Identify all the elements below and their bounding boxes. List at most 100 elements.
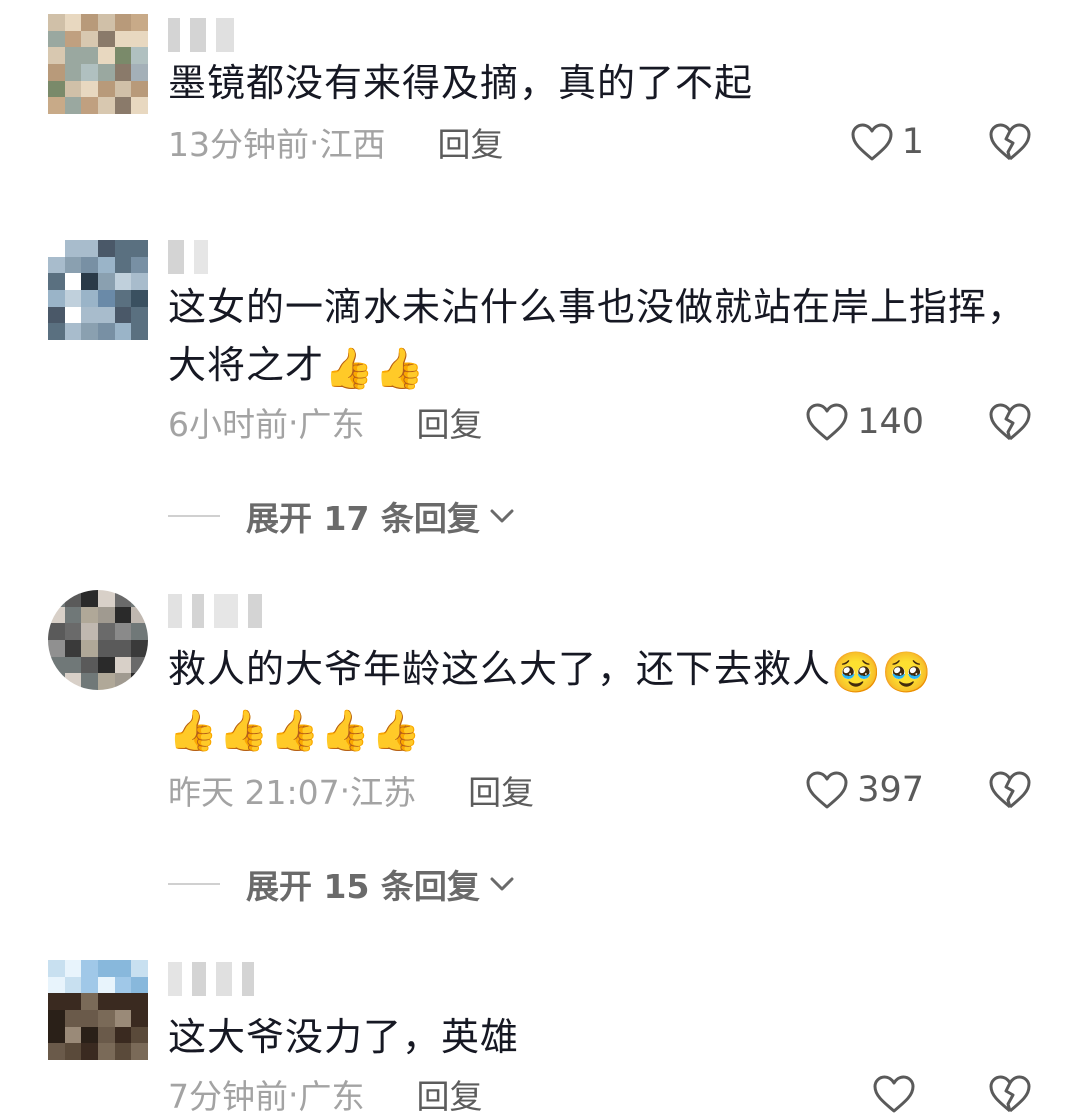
like-count: 140: [857, 402, 924, 442]
avatar-pixel: [48, 1043, 65, 1060]
avatar-pixel: [48, 960, 65, 977]
avatar-pixel: [97, 976, 115, 994]
avatar-pixel: [48, 14, 65, 31]
avatar[interactable]: [48, 960, 148, 1060]
dislike-button[interactable]: [988, 766, 1032, 814]
avatar-pixel: [64, 14, 82, 31]
avatar-pixel: [131, 80, 148, 98]
avatar-pixel: [131, 1009, 148, 1027]
avatar-pixel: [81, 47, 98, 64]
like-button[interactable]: 1: [850, 118, 924, 166]
reply-button[interactable]: 回复: [417, 398, 483, 446]
avatar-pixel: [48, 47, 65, 64]
avatar-pixel: [131, 306, 148, 324]
username-blurred[interactable]: [168, 18, 234, 52]
avatar-pixel: [114, 993, 132, 1010]
comment-region: 江西: [319, 125, 386, 164]
avatar-pixel: [64, 47, 82, 64]
avatar-pixel: [114, 639, 132, 657]
avatar-pixel: [97, 30, 115, 48]
avatar-pixel: [81, 656, 98, 674]
avatar-pixel: [81, 673, 98, 690]
avatar-pixel: [81, 1026, 98, 1044]
avatar-pixel: [48, 323, 65, 340]
like-count: 1: [901, 122, 924, 162]
avatar-pixel: [114, 30, 132, 48]
avatar[interactable]: [48, 14, 148, 114]
expand-divider: [168, 515, 220, 517]
avatar-pixel: [48, 30, 65, 48]
avatar-pixel: [131, 993, 148, 1010]
avatar-pixel: [114, 289, 132, 307]
expand-replies-button[interactable]: 展开 17 条回复: [168, 492, 516, 540]
avatar-pixel: [64, 273, 82, 290]
dislike-button[interactable]: [988, 1070, 1032, 1118]
avatar-pixel: [97, 673, 115, 690]
username-blurred[interactable]: [168, 240, 208, 274]
avatar-pixel: [64, 289, 82, 307]
meta-separator: ·: [339, 770, 351, 810]
thumbs-up-emoji: 👍👍👍👍👍: [168, 708, 423, 754]
avatar-pixel: [64, 590, 82, 607]
avatar-pixel: [64, 30, 82, 48]
avatar-pixel: [97, 1043, 115, 1060]
avatar-pixel: [97, 639, 115, 657]
comment-text: 这大爷没力了，英雄: [168, 1008, 1028, 1066]
avatar-pixel: [64, 606, 82, 624]
expand-replies-label: 展开 15 条回复: [246, 867, 480, 906]
avatar-pixel: [64, 256, 82, 274]
avatar-pixel: [114, 1026, 132, 1044]
avatar-pixel: [81, 1043, 98, 1060]
expand-divider: [168, 883, 220, 885]
avatar-pixel: [131, 323, 148, 340]
dislike-button[interactable]: [988, 118, 1032, 166]
avatar-pixel: [131, 289, 148, 307]
username-blurred[interactable]: [168, 594, 262, 628]
avatar-pixel: [81, 976, 98, 994]
dislike-button[interactable]: [988, 398, 1032, 446]
reply-button[interactable]: 回复: [417, 1070, 483, 1118]
comment-text-content: 这大爷没力了，英雄: [168, 1015, 520, 1059]
comment-region: 江苏: [350, 773, 417, 812]
avatar-pixel: [131, 47, 148, 64]
chevron-down-icon: [490, 877, 514, 891]
avatar-pixel: [48, 993, 65, 1010]
meta-separator: ·: [288, 402, 299, 442]
avatar-pixel: [114, 1009, 132, 1027]
avatar-pixel: [64, 1026, 82, 1044]
avatar-pixel: [131, 673, 148, 690]
like-count: 397: [857, 770, 924, 810]
avatar-pixel: [131, 63, 148, 81]
username-blurred[interactable]: [168, 962, 254, 996]
comment-text: 这女的一滴水未沾什么事也没做就站在岸上指挥，大将之才👍👍: [168, 278, 1028, 394]
avatar-pixel: [131, 623, 148, 640]
like-button[interactable]: [872, 1070, 924, 1118]
avatar-pixel: [131, 273, 148, 290]
reply-button[interactable]: 回复: [438, 118, 504, 166]
avatar-pixel: [114, 323, 132, 340]
avatar-pixel: [97, 97, 115, 114]
like-button[interactable]: 397: [805, 766, 924, 814]
avatar-pixel: [64, 1043, 82, 1060]
avatar[interactable]: [48, 590, 148, 690]
comment-text-content: 这女的一滴水未沾什么事也没做就站在岸上指挥，大将之才: [168, 285, 1027, 387]
expand-replies-label: 展开 17 条回复: [246, 499, 480, 538]
avatar-pixel: [81, 960, 98, 977]
avatar-pixel: [48, 240, 65, 257]
like-button[interactable]: 140: [805, 398, 924, 446]
avatar-pixel: [131, 639, 148, 657]
avatar-pixel: [131, 590, 148, 607]
reply-button[interactable]: 回复: [468, 766, 534, 814]
avatar-pixel: [114, 1043, 132, 1060]
avatar-pixel: [97, 273, 115, 290]
avatar-pixel: [48, 976, 65, 994]
avatar-pixel: [48, 306, 65, 324]
chevron-down-icon: [490, 509, 514, 523]
comment-region: 广东: [298, 1077, 365, 1116]
avatar-pixel: [114, 590, 132, 607]
avatar-pixel: [81, 14, 98, 31]
avatar[interactable]: [48, 240, 148, 340]
avatar-pixel: [81, 256, 98, 274]
expand-replies-button[interactable]: 展开 15 条回复: [168, 860, 516, 908]
avatar-pixel: [114, 47, 132, 64]
